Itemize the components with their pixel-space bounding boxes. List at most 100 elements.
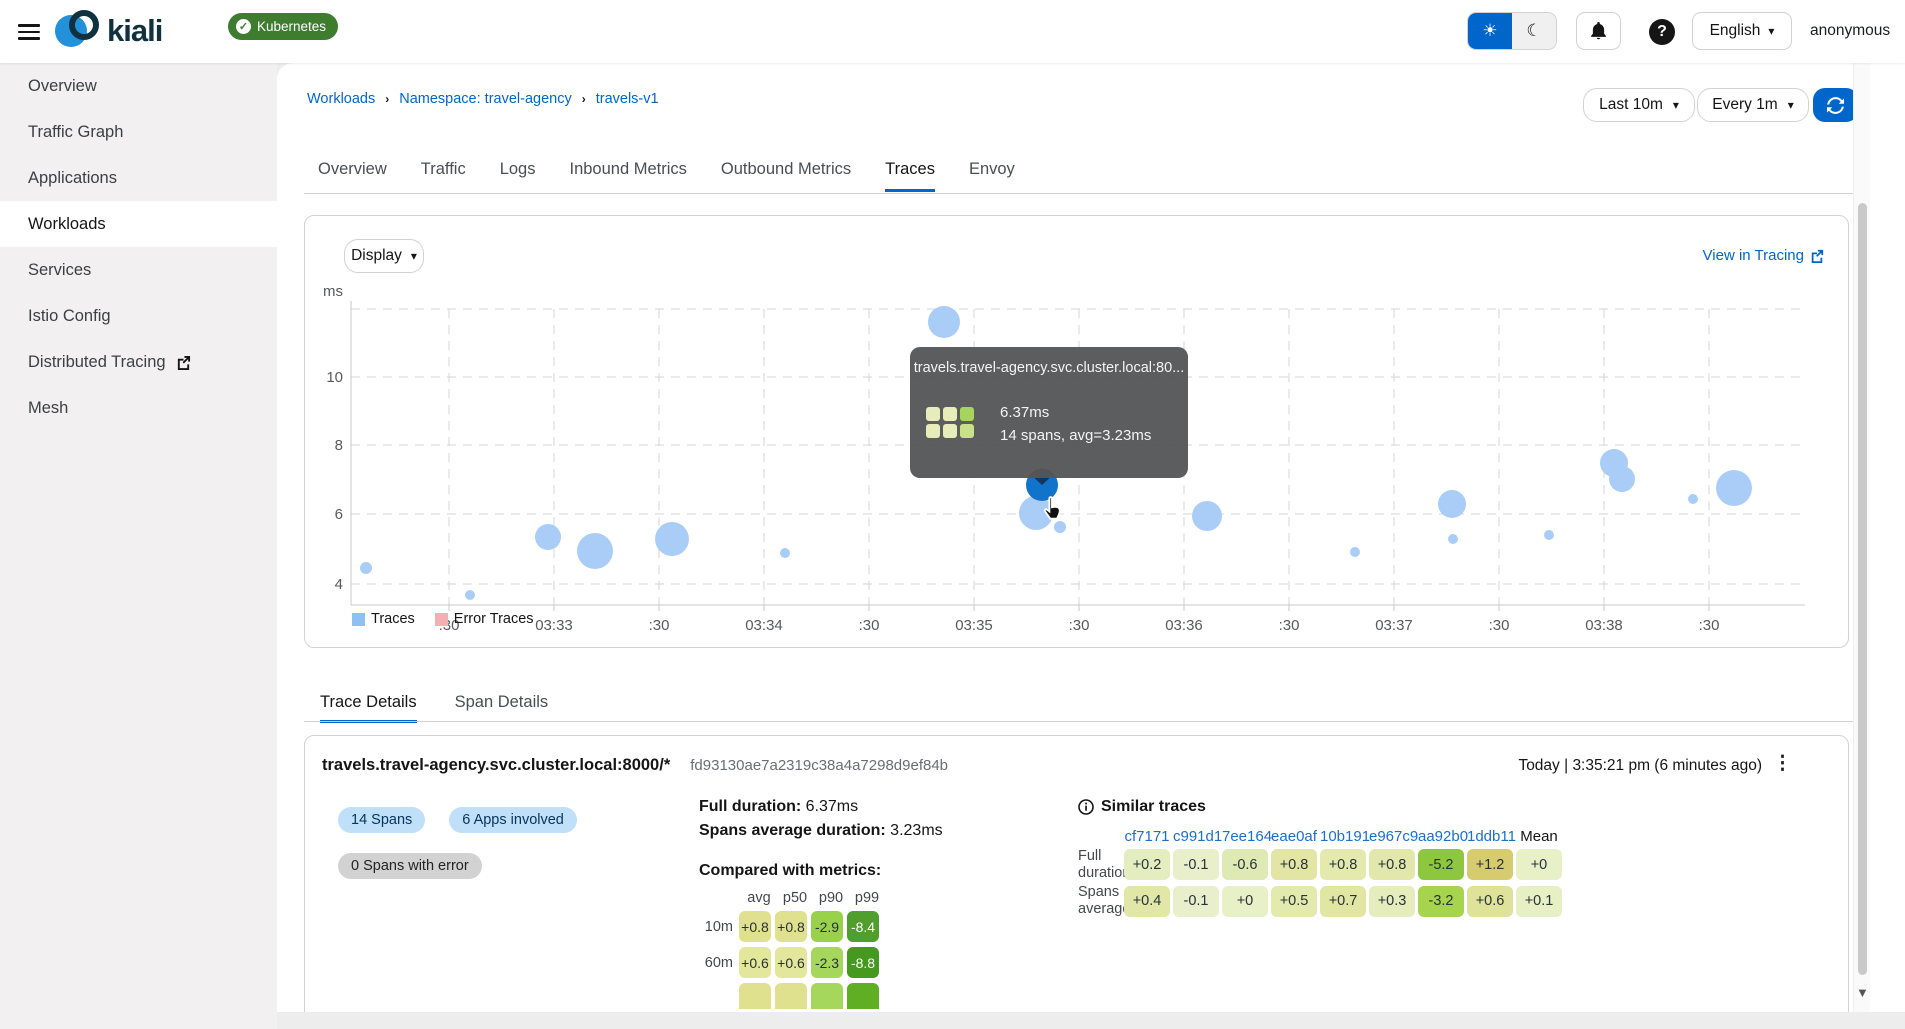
spans-avg-label: Spans average duration: (699, 822, 886, 839)
sidebar-item-istio-config[interactable]: Istio Config (0, 293, 277, 339)
vertical-scrollbar[interactable]: ▼ (1853, 63, 1870, 1012)
trace-timestamp: Today | 3:35:21 pm (6 minutes ago) (1518, 757, 1762, 774)
language-select[interactable]: English ▾ (1692, 12, 1792, 50)
breadcrumb-link[interactable]: Workloads (307, 91, 375, 107)
refresh-button[interactable] (1813, 88, 1858, 122)
spans-badge: 14 Spans (338, 807, 426, 833)
tooltip-heat-cell (960, 407, 974, 421)
compared-heat-cell (775, 983, 807, 1009)
trace-bubble[interactable] (1609, 466, 1635, 492)
tab-traffic[interactable]: Traffic (421, 160, 466, 192)
similar-heat-cell: +0 (1222, 885, 1268, 917)
breadcrumb-link[interactable]: travels-v1 (596, 91, 659, 107)
trace-bubble[interactable] (577, 533, 613, 569)
detail-tab-span-details[interactable]: Span Details (455, 693, 549, 723)
dark-theme-button[interactable]: ☾ (1512, 13, 1556, 49)
sidebar-item-services[interactable]: Services (0, 247, 277, 293)
refresh-interval-label: Every 1m (1712, 96, 1778, 113)
trace-bubble[interactable] (535, 524, 561, 550)
y-tick-label: 10 (326, 369, 343, 386)
tooltip-heat-cell (943, 424, 957, 438)
sidebar-item-traffic-graph[interactable]: Traffic Graph (0, 109, 277, 155)
similar-heat-cell: -0.1 (1173, 849, 1219, 881)
theme-toggle: ☀ ☾ (1467, 12, 1557, 50)
trace-bubble[interactable] (1054, 521, 1066, 533)
tooltip-spans: 14 spans, avg=3.23ms (1000, 427, 1152, 445)
similar-trace-link[interactable]: 1ddb11 (1467, 828, 1516, 845)
trace-bubble[interactable] (1716, 470, 1752, 506)
tooltip-heat-cell (926, 407, 940, 421)
detail-tabs-divider (304, 721, 1855, 722)
refresh-interval-select[interactable]: Every 1m ▾ (1697, 88, 1809, 122)
trace-bubble[interactable] (1688, 494, 1698, 504)
trace-bubble[interactable] (465, 590, 475, 600)
hamburger-menu-icon[interactable] (18, 20, 40, 42)
trace-bubble[interactable] (928, 306, 960, 338)
similar-trace-link[interactable]: 10b191 (1320, 828, 1370, 845)
help-button[interactable]: ? (1649, 19, 1675, 45)
compared-row-cells (739, 983, 879, 1009)
workload-tabs: Overview Traffic Logs Inbound Metrics Outbou… (318, 160, 1015, 192)
sidebar-item-overview[interactable]: Overview (0, 63, 277, 109)
tab-logs[interactable]: Logs (500, 160, 536, 192)
error-spans-badge: 0 Spans with error (338, 853, 482, 879)
trace-bubble[interactable] (1438, 490, 1466, 518)
similar-row-label: Full duration (1078, 848, 1131, 881)
sidebar-item-label: Istio Config (28, 306, 111, 325)
x-tick-label: :30 (1069, 617, 1090, 634)
sidebar-item-distributed-tracing[interactable]: Distributed Tracing (0, 339, 277, 385)
x-tick-label: :30 (1279, 617, 1300, 634)
detail-tab-trace-details[interactable]: Trace Details (320, 693, 417, 723)
similar-trace-link[interactable]: aa92b0 (1418, 828, 1468, 845)
similar-row-cells: +0.2 -0.1 -0.6 +0.8 +0.8 +0.8 -5.2 +1.2 +0 (1124, 849, 1562, 881)
sidebar-item-applications[interactable]: Applications (0, 155, 277, 201)
pointer-cursor-icon (1043, 496, 1061, 520)
compared-heat-cell: +0.6 (739, 947, 771, 978)
trace-bubble[interactable] (780, 548, 790, 558)
trace-bubble[interactable] (1192, 501, 1222, 531)
similar-trace-link[interactable]: cf7171 (1124, 828, 1170, 845)
tab-overview[interactable]: Overview (318, 160, 387, 192)
compared-row-label: 60m (704, 954, 733, 971)
duration-select[interactable]: Last 10m ▾ (1583, 88, 1695, 122)
username[interactable]: anonymous (1810, 22, 1890, 40)
scrollbar-thumb[interactable] (1858, 203, 1867, 975)
notifications-button[interactable] (1576, 12, 1621, 50)
trace-bubble[interactable] (360, 562, 372, 574)
similar-trace-link[interactable]: 7ee164 (1222, 828, 1272, 845)
sidebar-item-mesh[interactable]: Mesh (0, 385, 277, 431)
trace-title: travels.travel-agency.svc.cluster.local:… (322, 756, 671, 774)
similar-row: Full duration +0.2 -0.1 -0.6 +0.8 +0.8 +0.8 -5.… (1078, 848, 1562, 881)
similar-heat-cell: +0.3 (1369, 885, 1415, 917)
trace-bubble[interactable] (1350, 547, 1360, 557)
y-tick-label: 8 (335, 437, 343, 454)
similar-trace-link[interactable]: e967c9 (1369, 828, 1418, 845)
scroll-down-icon[interactable]: ▼ (1856, 985, 1869, 1000)
breadcrumb-separator: › (385, 92, 390, 106)
legend-swatch (352, 612, 365, 626)
chevron-down-icon: ▾ (1672, 98, 1679, 112)
light-theme-button[interactable]: ☀ (1468, 13, 1512, 49)
similar-trace-link[interactable]: c991d1 (1173, 828, 1222, 845)
tab-outbound-metrics[interactable]: Outbound Metrics (721, 160, 851, 192)
main-content: Workloads › Namespace: travel-agency › trave… (277, 63, 1905, 1012)
tab-traces[interactable]: Traces (885, 160, 935, 192)
trace-bubble[interactable] (1544, 530, 1554, 540)
compared-row (699, 983, 943, 1009)
detail-tabs: Trace Details Span Details (320, 693, 548, 723)
tooltip-duration: 6.37ms (1000, 404, 1050, 421)
sidebar-item-label: Services (28, 260, 92, 279)
similar-heat-cell: -3.2 (1418, 885, 1464, 917)
kebab-menu-button[interactable]: ⋮ (1773, 752, 1792, 775)
sidebar-item-workloads[interactable]: Workloads (0, 201, 277, 247)
trace-bubble[interactable] (1448, 534, 1458, 544)
tooltip-heat-cell (943, 407, 957, 421)
tab-envoy[interactable]: Envoy (969, 160, 1015, 192)
sidebar-item-label: Workloads (28, 214, 106, 233)
sidebar: Overview Traffic Graph Applications Workloa… (0, 63, 277, 1029)
tab-inbound-metrics[interactable]: Inbound Metrics (569, 160, 686, 192)
similar-trace-link[interactable]: eae0af (1271, 828, 1317, 845)
breadcrumb-link[interactable]: Namespace: travel-agency (399, 91, 571, 107)
similar-heat-cell: +0 (1516, 849, 1562, 881)
trace-bubble[interactable] (655, 522, 689, 556)
